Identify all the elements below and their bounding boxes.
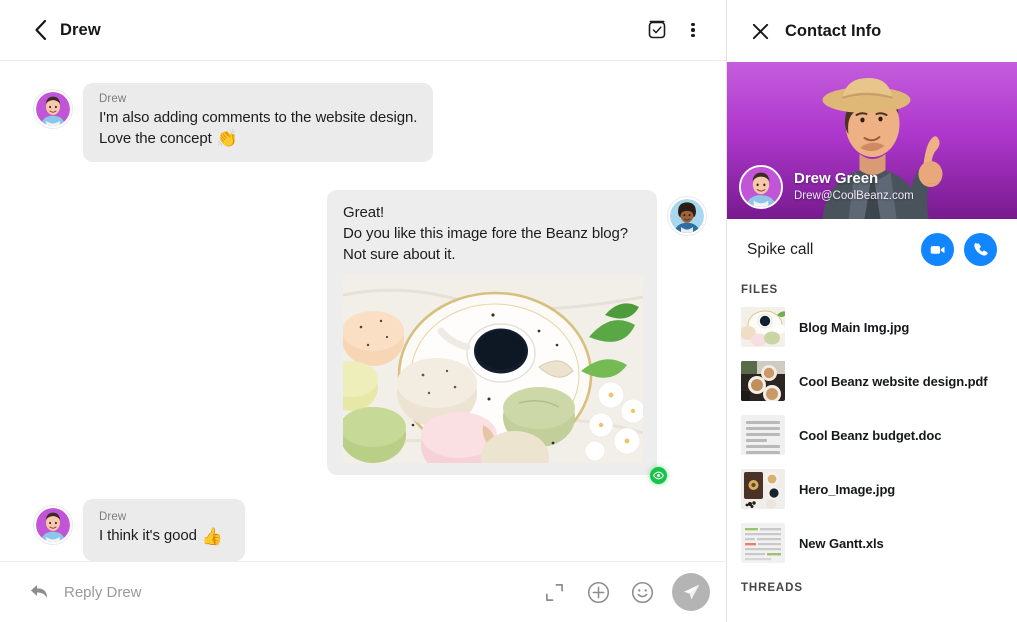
message-sender: Drew [99,93,127,105]
menu-dot [691,28,695,32]
doc-lines [741,415,785,455]
status-badge [650,467,667,485]
file-item[interactable]: Blog Main Img.jpg [727,300,1017,354]
drew-avatar[interactable] [34,90,72,128]
message-bubble[interactable]: Great! Do you like this image fore the B… [327,189,667,485]
file-name: New Gantt.xls [799,535,884,551]
file-name: Hero_Image.jpg [799,481,896,497]
file-item[interactable]: Cool Beanz website design.pdf [727,354,1017,408]
more-vertical-icon[interactable] [678,13,708,47]
message-line-with-emoji: I think it's good 👍 [99,525,223,546]
clapping-hands-emoji: 👏 [216,129,238,149]
chat-header: Drew [0,0,726,61]
close-x-icon[interactable] [747,18,773,44]
reply-input[interactable] [64,583,528,601]
contact-info-title: Contact Info [785,21,882,40]
smiley-icon[interactable] [624,574,660,610]
files-section-label: FILES [741,284,779,296]
menu-dot [691,33,695,38]
file-item[interactable]: Cool Beanz budget.doc [727,408,1017,462]
message-sender: Drew [99,511,127,524]
spike-call-label: Spike call [747,240,814,258]
plus-circle-icon[interactable] [580,574,616,610]
back-chevron-icon[interactable] [30,17,50,43]
drew-profile-avatar[interactable] [739,165,783,209]
page-title: Drew [60,20,101,39]
threads-section-label: THREADS [741,582,803,594]
profile-banner: Drew Green Drew@CoolBeanz.com [727,62,1017,219]
messaging-app-window: Drew Drew I'm also adding comments to th… [0,0,1017,622]
reply-arrow-icon[interactable] [28,581,50,603]
message-text: I think it's good [99,527,197,545]
coffee-cup-thumb [741,469,785,509]
contact-info-header: Contact Info [727,0,1017,62]
profile-identity: Drew Green Drew@CoolBeanz.com [739,165,914,209]
drew-avatar[interactable] [34,506,72,545]
expand-icon[interactable] [536,574,572,610]
profile-name-block: Drew Green Drew@CoolBeanz.com [794,170,914,204]
chat-pane: Drew Drew I'm also adding comments to th… [0,0,726,622]
checkbox-task-icon[interactable] [640,13,674,47]
file-item[interactable]: New Gantt.xls [727,516,1017,570]
message-bubble[interactable]: Drew I think it's good 👍 [83,499,245,561]
menu-dot [691,22,695,27]
message-line: Do you like this image fore the Beanz bl… [343,224,629,242]
message-list[interactable]: Drew I'm also adding comments to the web… [0,61,726,561]
file-item[interactable]: Hero_Image.jpg [727,462,1017,516]
contact-info-pane: Contact Info Drew Green Drew@CoolBeanz.c… [726,0,1017,622]
message-line: I'm also adding comments to the website … [99,109,418,126]
profile-email: Drew@CoolBeanz.com [794,189,914,202]
call-row: Spike call [727,219,1017,276]
file-name: Cool Beanz website design.pdf [799,373,988,389]
message-row-incoming: Drew I think it's good 👍 [0,499,726,561]
latte-cups-thumb [741,361,785,401]
file-name: Blog Main Img.jpg [799,319,910,335]
message-row-incoming: Drew I'm also adding comments to the web… [0,83,726,162]
me-avatar[interactable] [668,196,706,235]
document-lines-thumb [741,415,785,455]
send-paper-plane-icon[interactable] [672,573,710,611]
files-list: Blog Main Img.jpg Cool Beanz website des… [727,300,1017,574]
message-line: Great! [343,203,385,221]
phone-icon[interactable] [964,233,997,266]
thumbs-up-emoji: 👍 [201,526,223,546]
coffee-macarons-photo[interactable] [343,275,643,464]
message-text: Love the concept [99,130,212,148]
message-composer [0,561,726,622]
file-name: Cool Beanz budget.doc [799,427,942,443]
message-line-with-emoji: Love the concept 👏 [99,128,417,149]
message-row-outgoing: Great! Do you like this image fore the B… [0,189,726,485]
message-line: Not sure about it. [343,246,456,264]
spreadsheet-thumb [741,523,785,563]
coffee-macarons-thumb [741,307,785,347]
message-bubble[interactable]: Drew I'm also adding comments to the web… [83,83,434,162]
video-camera-icon[interactable] [921,233,954,266]
profile-name: Drew Green [794,170,879,188]
